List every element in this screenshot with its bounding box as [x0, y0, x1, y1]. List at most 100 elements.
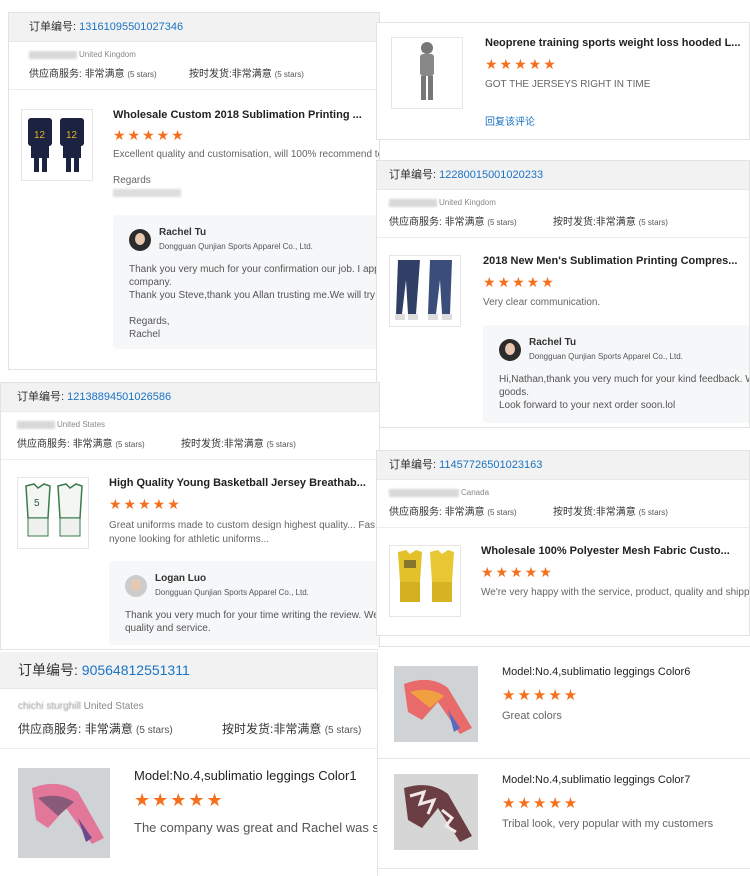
- reply-line: [129, 302, 377, 315]
- reply-line: company.: [129, 277, 172, 288]
- supplier-service-value: 非常满意: [444, 507, 485, 518]
- product-thumbnail[interactable]: [394, 774, 478, 850]
- review-comment: Great uniforms made to custom design hig…: [109, 519, 375, 547]
- ship-value: 非常满意: [595, 217, 636, 228]
- order-number[interactable]: 90564812551311: [82, 662, 190, 678]
- buyer-info: United Kingdom: [29, 50, 379, 59]
- seller-reply: Rachel Tu Dongguan Qunjian Sports Appare…: [113, 215, 380, 349]
- review-comment: Great colors: [502, 710, 562, 722]
- product-title[interactable]: Model:No.4,sublimatio leggings Color7: [502, 774, 690, 786]
- yellow-jersey-image: [398, 550, 454, 602]
- reply-text: Thank you very much for your confirmatio…: [129, 263, 380, 341]
- comment-line: Great uniforms made to custom design hig…: [109, 520, 376, 531]
- buyer-country: United States: [83, 701, 144, 712]
- blurred-buyer-name: [17, 420, 55, 429]
- buyer-country: United States: [57, 420, 106, 429]
- top-divider: [378, 646, 750, 647]
- leggings-image: [18, 768, 110, 858]
- ratings-row: 供应商服务: 非常满意 (5 stars) 按时发货:非常满意 (5 stars…: [17, 435, 379, 451]
- reply-line: Thank you Steve,thank you Allan trusting…: [129, 290, 380, 301]
- buyer-info: United Kingdom: [389, 198, 749, 207]
- seller-avatar: [129, 229, 151, 251]
- seller-name: Rachel Tu: [529, 337, 577, 348]
- seller-name: Logan Luo: [155, 573, 207, 584]
- soccer-kit-image: 12 12: [28, 118, 84, 172]
- review-comment: We're very happy with the service, produ…: [481, 587, 750, 598]
- ship-rating: 按时发货:非常满意 (5 stars): [553, 503, 668, 518]
- svg-text:5: 5: [34, 498, 40, 509]
- product-title[interactable]: Neoprene training sports weight loss hoo…: [485, 37, 740, 49]
- order-header: 订单编号: 13161095501027346: [9, 13, 379, 42]
- product-thumbnail[interactable]: 5: [17, 477, 89, 549]
- rating-stars: ★★★★★: [109, 496, 182, 512]
- basketball-jersey-image: 5: [25, 483, 83, 537]
- ship-label: 按时发货:: [222, 722, 274, 736]
- product-title[interactable]: 2018 New Men's Sublimation Printing Comp…: [483, 255, 737, 267]
- blurred-buyer-name: [29, 50, 77, 59]
- review-panel-5: 订单编号: 11457726501023163 Canada 供应商服务: 非常…: [376, 450, 750, 636]
- ship-rating: 按时发货:非常满意 (5 stars): [189, 65, 304, 80]
- ship-stars: (5 stars): [266, 440, 296, 449]
- product-thumbnail[interactable]: [18, 768, 110, 858]
- order-number[interactable]: 12280015001020233: [439, 169, 543, 181]
- ship-rating: 按时发货:非常满意 (5 stars): [181, 435, 296, 450]
- review-panel-1: 订单编号: 13161095501027346 United Kingdom 供…: [8, 12, 380, 370]
- ship-value: 非常满意: [273, 722, 322, 736]
- ratings-row: 供应商服务: 非常满意 (5 stars) 按时发货:非常满意 (5 stars…: [389, 503, 749, 519]
- reply-line: Look forward to your next order soon.lol: [499, 400, 676, 411]
- buyer-name: chichi sturghill: [18, 701, 81, 712]
- reply-line: Thank you very much for your time writin…: [125, 610, 379, 621]
- order-header: 订单编号: 11457726501023163: [377, 451, 749, 480]
- rating-stars: ★★★★★: [502, 687, 580, 704]
- order-header: 订单编号: 90564812551311: [0, 652, 377, 689]
- review-comment: Very clear communication.: [483, 297, 601, 308]
- divider: [0, 748, 377, 749]
- product-thumbnail[interactable]: 12 12: [21, 109, 93, 181]
- supplier-service-stars: (5 stars): [127, 70, 157, 79]
- ship-stars: (5 stars): [274, 70, 304, 79]
- supplier-service-label: 供应商服务:: [389, 507, 442, 518]
- svg-text:12: 12: [34, 130, 46, 141]
- ship-rating: 按时发货:非常满意 (5 stars): [553, 213, 668, 228]
- product-title[interactable]: Model:No.4,sublimatio leggings Color1: [134, 768, 357, 783]
- review-panel-3: 订单编号: 12280015001020233 United Kingdom 供…: [376, 160, 750, 428]
- seller-company: Dongguan Qunjian Sports Apparel Co., Ltd…: [529, 352, 683, 361]
- supplier-service-label: 供应商服务:: [17, 439, 70, 450]
- item-divider: [378, 758, 750, 759]
- rating-stars: ★★★★★: [483, 274, 556, 290]
- buyer-country: Canada: [461, 488, 490, 497]
- ratings-row: 供应商服务: 非常满意 (5 stars) 按时发货:非常满意 (5 stars…: [29, 65, 379, 81]
- supplier-service-stars: (5 stars): [487, 218, 517, 227]
- product-title[interactable]: High Quality Young Basketball Jersey Bre…: [109, 477, 366, 489]
- supplier-service-label: 供应商服务:: [29, 69, 82, 80]
- review-comment: The company was great and Rachel was so: [134, 820, 378, 835]
- leggings-color6-image: [394, 666, 478, 742]
- ratings-row: 供应商服务: 非常满意 (5 stars) 按时发货:非常满意 (5 stars…: [389, 213, 749, 229]
- seller-avatar: [499, 339, 521, 361]
- supplier-service-value: 非常满意: [84, 722, 133, 736]
- buyer-country: United Kingdom: [79, 50, 136, 59]
- product-thumbnail[interactable]: [394, 666, 478, 742]
- ship-value: 非常满意: [231, 69, 272, 80]
- supplier-service-stars: (5 stars): [136, 725, 173, 736]
- product-thumbnail[interactable]: [389, 255, 461, 327]
- order-number[interactable]: 12138894501026586: [67, 391, 171, 403]
- order-label: 订单编号:: [389, 169, 437, 181]
- review-panel-4: 订单编号: 12138894501026586 United States 供应…: [0, 382, 380, 650]
- reply-line: Thank you very much for your confirmatio…: [129, 264, 380, 275]
- product-title[interactable]: Wholesale 100% Polyester Mesh Fabric Cus…: [481, 545, 730, 557]
- reply-line: goods.: [499, 387, 530, 398]
- product-title[interactable]: Model:No.4,sublimatio leggings Color6: [502, 666, 690, 678]
- reply-to-review-link[interactable]: 回复该评论: [485, 113, 535, 128]
- order-number[interactable]: 13161095501027346: [79, 21, 183, 33]
- review-comment: Excellent quality and customisation, wil…: [113, 149, 380, 160]
- seller-name: Rachel Tu: [159, 227, 207, 238]
- compression-pants-image: [395, 260, 452, 320]
- product-thumbnail[interactable]: [391, 37, 463, 109]
- order-number[interactable]: 11457726501023163: [439, 459, 542, 471]
- product-title[interactable]: Wholesale Custom 2018 Sublimation Printi…: [113, 109, 362, 121]
- rating-stars: ★★★★★: [485, 56, 558, 72]
- product-thumbnail[interactable]: [389, 545, 461, 617]
- rating-stars: ★★★★★: [502, 795, 580, 812]
- buyer-info: United States: [17, 420, 379, 429]
